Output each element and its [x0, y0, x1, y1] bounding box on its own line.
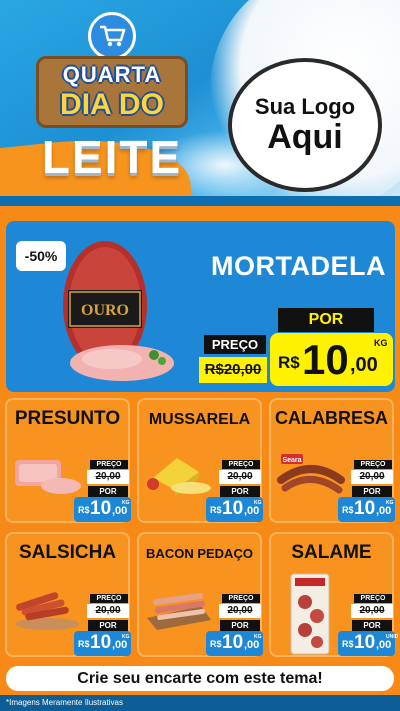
- old-price-label: PREÇO: [354, 460, 392, 469]
- badge-title-line2: DIA DO: [60, 88, 164, 121]
- new-price-label: POR: [88, 620, 128, 631]
- price-decimal: ,00: [376, 639, 392, 651]
- mortadela-image: OURO: [63, 241, 174, 381]
- price-currency: R$: [78, 639, 90, 649]
- price-integer: 10: [90, 498, 112, 519]
- price-unit: UNID: [386, 634, 399, 640]
- price-unit: KG: [122, 634, 130, 640]
- new-price: R$ 10 ,00 KG: [74, 497, 131, 522]
- price-unit: KG: [374, 338, 388, 348]
- product-card-calabresa: CALABRESA Seara PREÇO 20,00 POR R$ 10 ,0…: [269, 398, 395, 523]
- badge-title-line3: LEITE: [41, 131, 183, 183]
- new-price-label: POR: [352, 486, 392, 497]
- mussarela-image: [147, 458, 211, 496]
- product-name: PRESUNTO: [14, 408, 121, 429]
- price-integer: 10: [354, 632, 376, 653]
- price-unit: KG: [254, 634, 262, 640]
- old-price: 20,00: [87, 470, 129, 484]
- price-currency: R$: [278, 353, 300, 372]
- price-decimal: ,00: [376, 505, 392, 517]
- price-unit: KG: [122, 500, 130, 506]
- featured-product-card: -50% OURO MORTADELA PREÇO R$20,00 POR R$…: [6, 221, 395, 392]
- price-decimal: ,00: [350, 354, 378, 376]
- product-card-mussarela: MUSSARELA PREÇO 20,00 POR R$ 10 ,00 KG: [137, 398, 263, 523]
- disclaimer-text: *Imagens Meramente Ilustrativas: [0, 695, 400, 711]
- price-integer: 10: [222, 498, 244, 519]
- logo-text-line2: Aqui: [267, 118, 343, 157]
- old-price-label: PREÇO: [90, 460, 128, 469]
- salsicha-image: [15, 592, 79, 630]
- new-price-label: POR: [220, 620, 260, 631]
- dia-do-leite-badge: QUARTA DIA DO LEITE: [22, 12, 202, 194]
- product-name: BACON PEDAÇO: [146, 546, 253, 561]
- old-price: 20,00: [351, 470, 393, 484]
- salame-image: [290, 573, 330, 655]
- header-strip: [0, 196, 400, 206]
- price-currency: R$: [210, 639, 222, 649]
- product-card-salame: SALAME PREÇO 20,00 POR R$ 10 ,00 UNID: [269, 532, 399, 657]
- cta-banner[interactable]: Crie seu encarte com este tema!: [6, 666, 394, 691]
- logo-text-line1: Sua Logo: [254, 94, 356, 120]
- price-integer: 10: [222, 632, 244, 653]
- price-currency: R$: [342, 639, 354, 649]
- old-price: 20,00: [351, 604, 393, 618]
- old-price: 20,00: [219, 604, 261, 618]
- price-unit: KG: [254, 500, 262, 506]
- product-name: CALABRESA: [274, 408, 388, 428]
- price-integer: 10: [90, 632, 112, 653]
- shopping-cart-icon: [88, 12, 136, 60]
- price-currency: R$: [342, 505, 354, 515]
- new-price-label: POR: [220, 486, 260, 497]
- price-decimal: ,00: [112, 505, 128, 517]
- old-price: 20,00: [87, 604, 129, 618]
- old-price-label: PREÇO: [204, 335, 266, 354]
- product-name: SALSICHA: [18, 542, 117, 563]
- bacon-image: [147, 592, 211, 630]
- old-price: 20,00: [219, 470, 261, 484]
- new-price: R$ 10 ,00 KG: [206, 631, 263, 656]
- featured-product-name: MORTADELA: [211, 251, 386, 281]
- badge-title-line1: QUARTA: [62, 62, 162, 87]
- product-card-presunto: PRESUNTO PREÇO 20,00 POR R$ 10 ,00 KG: [5, 398, 131, 523]
- brand-label: OURO: [81, 302, 129, 319]
- product-name: SALAME: [291, 542, 372, 563]
- price-decimal: ,00: [244, 505, 260, 517]
- old-price-label: PREÇO: [222, 594, 260, 603]
- new-price: R$ 10 ,00 KG: [270, 333, 393, 386]
- new-price-label: POR: [352, 620, 392, 631]
- product-card-salsicha: SALSICHA PREÇO 20,00 POR R$ 10 ,00 KG: [5, 532, 131, 657]
- price-unit: KG: [386, 500, 394, 506]
- calabresa-image: Seara: [277, 454, 345, 494]
- new-price: R$ 10 ,00 KG: [74, 631, 131, 656]
- brand-label: Seara: [282, 457, 301, 464]
- product-card-bacon: BACON PEDAÇO PREÇO 20,00 POR R$ 10 ,00 K…: [137, 532, 263, 657]
- price-currency: R$: [210, 505, 222, 515]
- price-decimal: ,00: [244, 639, 260, 651]
- presunto-image: [15, 460, 81, 494]
- new-price: R$ 10 ,00 UNID: [338, 631, 399, 656]
- price-currency: R$: [78, 505, 90, 515]
- new-price: R$ 10 ,00 KG: [206, 497, 263, 522]
- new-price-label: POR: [88, 486, 128, 497]
- price-decimal: ,00: [112, 639, 128, 651]
- header-banner: QUARTA DIA DO LEITE Sua Logo Aqui: [0, 0, 400, 206]
- new-price: R$ 10 ,00 KG: [338, 497, 395, 522]
- new-price-label: POR: [278, 308, 374, 332]
- logo-placeholder: Sua Logo Aqui: [228, 58, 382, 192]
- old-price: R$20,00: [199, 357, 267, 383]
- price-integer: 10: [302, 336, 349, 383]
- product-name: MUSSARELA: [148, 411, 251, 428]
- old-price-label: PREÇO: [354, 594, 392, 603]
- price-integer: 10: [354, 498, 376, 519]
- old-price-label: PREÇO: [222, 460, 260, 469]
- old-price-label: PREÇO: [90, 594, 128, 603]
